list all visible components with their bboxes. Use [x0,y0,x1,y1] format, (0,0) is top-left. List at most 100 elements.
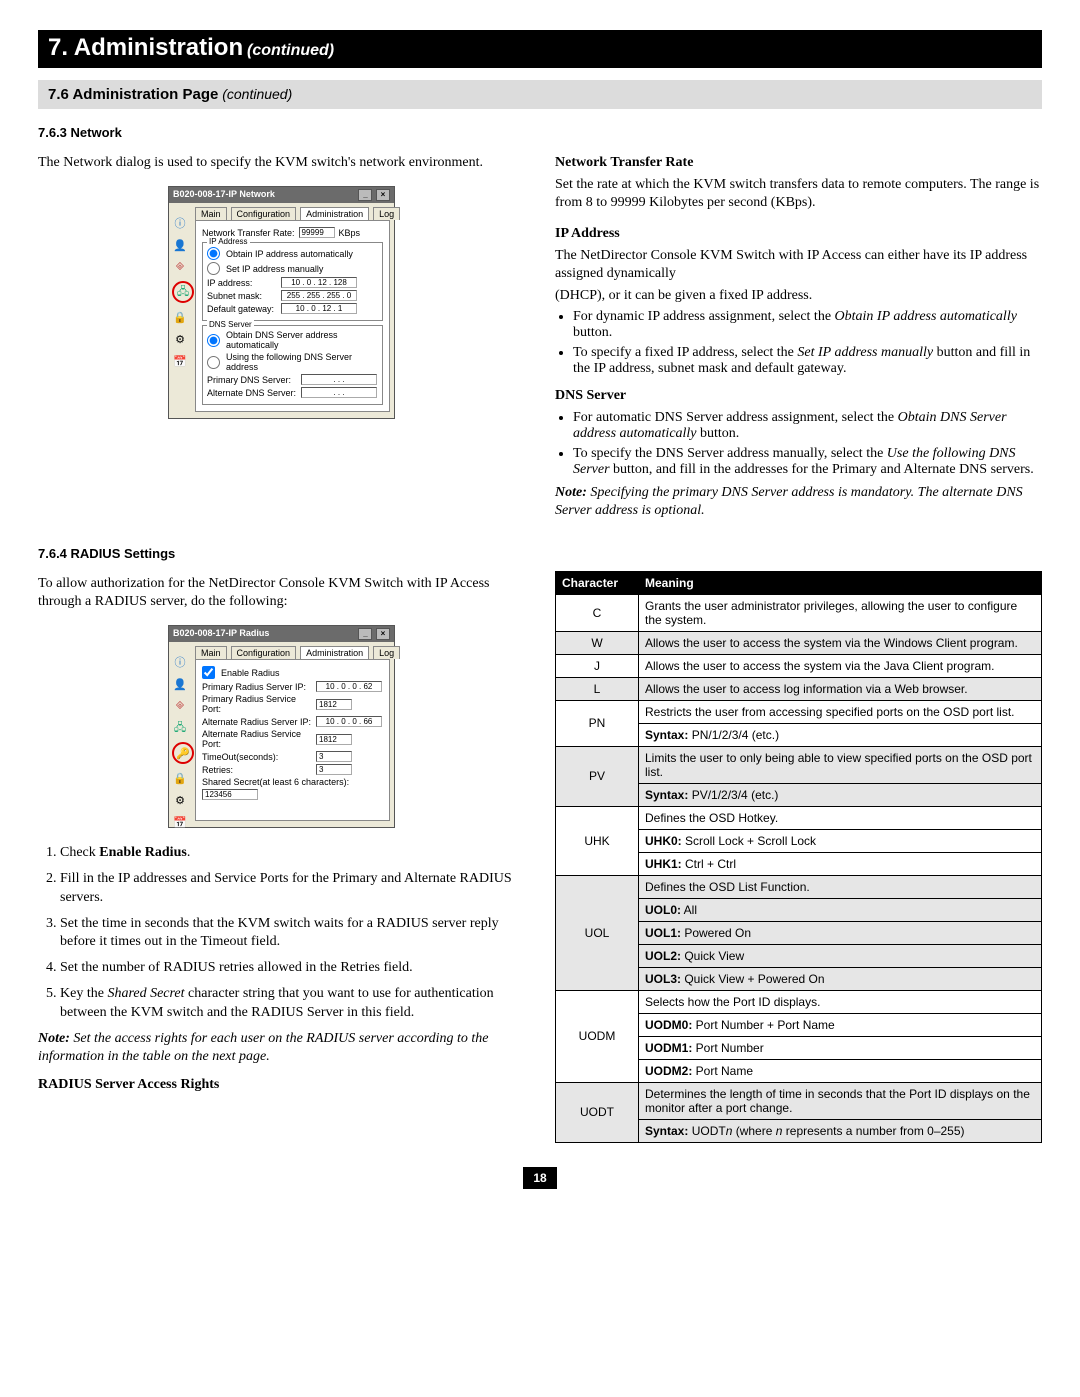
ip-p2: (DHCP), or it can be given a fixed IP ad… [555,287,1042,305]
alt-ip-input[interactable]: 10 . 0 . 0 . 66 [316,716,382,727]
dialog-panel: Network Transfer Rate: 99999 KBps IP Add… [195,220,390,412]
secret-input[interactable]: 123456 [202,789,258,800]
minimize-icon[interactable]: _ [358,628,372,640]
radius-intro: To allow authorization for the NetDirect… [38,575,525,611]
network-icon[interactable]: 🖧 [172,720,188,736]
th-character: Character [556,571,639,594]
radius-tabs: Main Configuration Administration Log [169,642,394,659]
section-continued: (continued) [222,86,292,102]
info-icon[interactable]: ⓘ [172,215,188,231]
page-num-badge: 18 [523,1167,556,1189]
meaning-uodt: Determines the length of time in seconds… [639,1082,1042,1142]
subnet-input[interactable]: 255 . 255 . 255 . 0 [281,290,357,301]
tab-configuration[interactable]: Configuration [231,207,297,220]
tab-log[interactable]: Log [373,207,400,220]
network-icon[interactable]: 🖧 [172,281,194,303]
char-uodt: UODT [556,1082,639,1142]
step-4: Set the number of RADIUS retries allowed… [60,959,525,977]
char-w: W [556,631,639,654]
meaning-c: Grants the user administrator privileges… [639,594,1042,631]
gateway-input[interactable]: 10 . 0 . 12 . 1 [281,303,357,314]
tab-administration[interactable]: Administration [300,207,369,220]
pri-ip-input[interactable]: 10 . 0 . 0 . 62 [316,681,382,692]
dns-primary-input[interactable]: . . . [301,374,377,385]
transfer-title: Network Transfer Rate [555,154,1042,172]
enable-radius-checkbox[interactable] [202,666,215,679]
char-c: C [556,594,639,631]
network-left-col: The Network dialog is used to specify th… [38,150,525,419]
info-icon[interactable]: ⓘ [172,654,188,670]
lock-icon[interactable]: 🔒 [172,770,188,786]
meaning-uhk: Defines the OSD Hotkey. UHK0: Scroll Loc… [639,806,1042,875]
secret-label: Shared Secret(at least 6 characters): [202,777,349,787]
gear-icon[interactable]: ⚙ [172,331,188,347]
radius-window-buttons: _ × [357,628,390,640]
pri-port-label: Primary Radius Service Port: [202,694,312,714]
radius-icon[interactable]: 🔑 [172,742,194,764]
dns-li1: For automatic DNS Server address assignm… [573,410,1042,442]
ip-addr-input[interactable]: 10 . 0 . 12 . 128 [281,277,357,288]
dns-auto-radio[interactable] [207,334,220,347]
chapter-bar: 7. Administration (continued) [38,30,1042,68]
radius-dialog-title: B020-008-17-IP Radius [173,628,269,640]
close-icon[interactable]: × [376,628,390,640]
step-2: Fill in the IP addresses and Service Por… [60,870,525,906]
network-heading: 7.6.3 Network [38,125,1042,140]
step-1: Check Enable Radius. [60,844,525,862]
tab-main[interactable]: Main [195,207,227,220]
window-buttons: _ × [357,189,390,201]
meaning-uodm: Selects how the Port ID displays. UODM0:… [639,990,1042,1082]
gear-icon[interactable]: ⚙ [172,792,188,808]
tab-configuration[interactable]: Configuration [231,646,297,659]
char-uodm: UODM [556,990,639,1082]
radius-panel: Enable Radius Primary Radius Server IP:1… [195,659,390,821]
minimize-icon[interactable]: _ [358,189,372,201]
meaning-pn: Restricts the user from accessing specif… [639,700,1042,746]
alt-port-input[interactable]: 1812 [316,734,352,745]
radius-titlebar: B020-008-17-IP Radius _ × [169,626,394,642]
pri-port-input[interactable]: 1812 [316,699,352,710]
dns-manual-radio[interactable] [207,356,220,369]
char-uhk: UHK [556,806,639,875]
dialog-titlebar: B020-008-17-IP Network _ × [169,187,394,203]
date-icon[interactable]: 📅 [172,353,188,369]
radius-columns: To allow authorization for the NetDirect… [38,571,1042,1143]
lock-icon[interactable]: 🔒 [172,309,188,325]
chapter-continued: (continued) [247,42,334,59]
ip-p1: The NetDirector Console KVM Switch with … [555,247,1042,283]
close-icon[interactable]: × [376,189,390,201]
date-icon[interactable]: 📅 [172,814,188,830]
gateway-label: Default gateway: [207,304,277,314]
page-number: 18 [38,1167,1042,1189]
dns-fieldset: DNS Server Obtain DNS Server address aut… [202,325,383,405]
subnet-label: Subnet mask: [207,291,277,301]
rate-unit: KBps [339,228,361,238]
security-icon[interactable]: 🞜 [172,259,188,275]
network-dialog: B020-008-17-IP Network _ × ⓘ 👤 🞜 🖧 🔒 ⚙ 📅… [168,186,395,419]
radius-note: Note: Set the access rights for each use… [38,1030,525,1066]
user-icon[interactable]: 👤 [172,237,188,253]
user-icon[interactable]: 👤 [172,676,188,692]
tab-main[interactable]: Main [195,646,227,659]
network-columns: The Network dialog is used to specify th… [38,150,1042,524]
transfer-body: Set the rate at which the KVM switch tra… [555,176,1042,212]
radius-left-col: To allow authorization for the NetDirect… [38,571,525,1098]
tab-administration[interactable]: Administration [300,646,369,659]
ip-manual-label: Set IP address manually [226,264,323,274]
ip-auto-radio[interactable] [207,247,220,260]
tab-log[interactable]: Log [373,646,400,659]
dns-alt-label: Alternate DNS Server: [207,388,297,398]
ip-fieldset: IP Address Obtain IP address automatical… [202,242,383,321]
radius-heading: 7.6.4 RADIUS Settings [38,546,1042,561]
retries-input[interactable]: 3 [316,764,352,775]
meaning-pv: Limits the user to only being able to vi… [639,746,1042,806]
ip-manual-radio[interactable] [207,262,220,275]
security-icon[interactable]: 🞜 [172,698,188,714]
step-3: Set the time in seconds that the KVM swi… [60,915,525,951]
char-l: L [556,677,639,700]
rate-label: Network Transfer Rate: [202,228,295,238]
timeout-input[interactable]: 3 [316,751,352,762]
radius-dialog: B020-008-17-IP Radius _ × ⓘ 👤 🞜 🖧 🔑 🔒 ⚙ … [168,625,395,828]
rate-input[interactable]: 99999 [299,227,335,238]
dns-alt-input[interactable]: . . . [301,387,377,398]
